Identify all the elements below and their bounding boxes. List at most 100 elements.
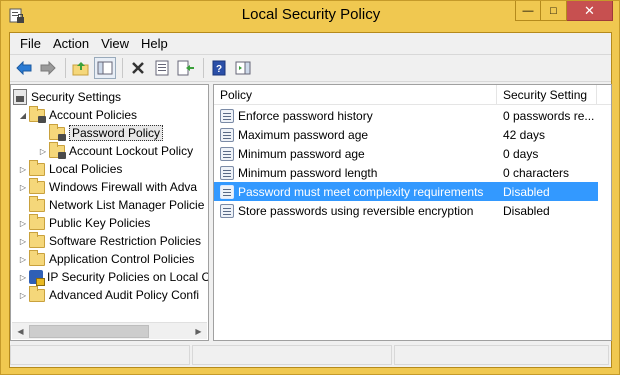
- folder-icon: [29, 177, 45, 194]
- minimize-button[interactable]: —: [515, 1, 541, 21]
- show-hide-tree-icon[interactable]: [94, 57, 116, 79]
- policy-setting: 0 days: [503, 146, 539, 161]
- status-segment: [10, 345, 190, 365]
- scroll-left-arrow-icon[interactable]: ◀: [12, 323, 29, 340]
- tree-item-account-policies[interactable]: ◢ Account Policies: [17, 105, 138, 124]
- list-header: Policy Security Setting: [214, 85, 611, 105]
- menu-view[interactable]: View: [95, 36, 135, 51]
- column-header-security-setting[interactable]: Security Setting: [497, 85, 597, 105]
- client-area: File Action View Help ? Security Setting…: [9, 32, 612, 368]
- policy-setting: Disabled: [503, 184, 550, 199]
- console-tree-pane[interactable]: Security Settings ◢ Account Policies Pas…: [10, 84, 209, 341]
- up-folder-icon[interactable]: [70, 57, 92, 79]
- expand-arrow-icon[interactable]: ▷: [17, 163, 29, 175]
- scrollbar-track[interactable]: [29, 324, 190, 339]
- expand-arrow-icon[interactable]: ▷: [17, 217, 29, 229]
- folder-lock-icon: [29, 105, 46, 123]
- folder-icon: [29, 159, 45, 176]
- close-button[interactable]: ✕: [567, 1, 613, 21]
- tree-item-windows-firewall[interactable]: ▷ Windows Firewall with Adva: [17, 177, 198, 196]
- status-bar: [10, 345, 611, 367]
- tree-item-public-key-policies[interactable]: ▷ Public Key Policies: [17, 213, 151, 232]
- tree-item-advanced-audit-policy[interactable]: ▷ Advanced Audit Policy Confi: [17, 285, 200, 304]
- title-bar[interactable]: Local Security Policy — □ ✕: [1, 1, 620, 33]
- policy-name: Minimum password length: [238, 165, 378, 180]
- status-segment: [192, 345, 392, 365]
- scrollbar-thumb[interactable]: [29, 324, 149, 338]
- tree-item-software-restriction-policies[interactable]: ▷ Software Restriction Policies: [17, 231, 202, 250]
- policy-name: Store passwords using reversible encrypt…: [238, 203, 474, 218]
- security-settings-icon: [13, 89, 27, 105]
- help-icon[interactable]: ?: [208, 57, 230, 79]
- list-row[interactable]: Enforce password history 0 passwords re.…: [214, 106, 611, 125]
- tree-item-label: Public Key Policies: [49, 216, 151, 230]
- expand-arrow-icon[interactable]: ▷: [37, 145, 49, 157]
- menu-bar: File Action View Help: [10, 33, 611, 53]
- forward-arrow-icon[interactable]: [37, 57, 59, 79]
- tree-item-password-policy[interactable]: Password Policy: [37, 123, 164, 142]
- list-row[interactable]: Store passwords using reversible encrypt…: [214, 201, 611, 220]
- expand-arrow-icon[interactable]: ▷: [17, 235, 29, 247]
- folder-icon: [29, 249, 45, 266]
- policy-icon: [220, 146, 234, 161]
- expand-arrow-icon[interactable]: ▷: [17, 289, 29, 301]
- policy-icon: [220, 108, 234, 123]
- list-row[interactable]: Minimum password length 0 characters: [214, 163, 611, 182]
- policy-setting: 0 passwords re...: [503, 108, 595, 123]
- tree-item-ip-security-policies[interactable]: ▷ IP Security Policies on Local C: [17, 268, 208, 286]
- tree-item-label: Account Policies: [49, 108, 138, 122]
- tree-item-label: Software Restriction Policies: [49, 234, 202, 248]
- list-row[interactable]: Maximum password age 42 days: [214, 125, 611, 144]
- back-arrow-icon[interactable]: [13, 57, 35, 79]
- status-segment: [394, 345, 609, 365]
- tree-item-label: Windows Firewall with Adva: [49, 180, 198, 194]
- tree-root-label: Security Settings: [31, 90, 122, 104]
- show-action-pane-icon[interactable]: [232, 57, 254, 79]
- tree-item-label: Password Policy: [69, 125, 164, 141]
- caption-buttons: — □ ✕: [515, 1, 613, 22]
- maximize-button[interactable]: □: [541, 1, 567, 21]
- policy-icon: [220, 184, 234, 199]
- policy-name: Minimum password age: [238, 146, 365, 161]
- tree-item-label: Local Policies: [49, 162, 123, 176]
- folder-icon: [29, 213, 45, 230]
- folder-icon: [29, 231, 45, 248]
- policy-name: Enforce password history: [238, 108, 373, 123]
- column-header-policy[interactable]: Policy: [214, 85, 497, 105]
- svg-text:?: ?: [216, 64, 222, 75]
- list-row-selected[interactable]: Password must meet complexity requiremen…: [214, 182, 598, 201]
- expand-arrow-icon[interactable]: ▷: [17, 253, 29, 265]
- toolbar: ?: [10, 54, 611, 82]
- tree-item-label: Application Control Policies: [49, 252, 195, 266]
- folder-icon: [29, 195, 45, 212]
- toolbar-separator: [122, 58, 123, 78]
- menu-action[interactable]: Action: [47, 36, 95, 51]
- ip-security-icon: [29, 270, 45, 286]
- delete-icon[interactable]: [127, 57, 149, 79]
- menu-help[interactable]: Help: [135, 36, 174, 51]
- export-list-icon[interactable]: [175, 57, 197, 79]
- folder-lock-icon: [49, 123, 66, 141]
- tree-root-security-settings[interactable]: Security Settings: [13, 88, 121, 106]
- tree-item-label: Account Lockout Policy: [69, 144, 194, 158]
- policy-setting: 0 characters: [503, 165, 570, 180]
- tree-item-application-control-policies[interactable]: ▷ Application Control Policies: [17, 249, 195, 268]
- menu-file[interactable]: File: [14, 36, 47, 51]
- scroll-right-arrow-icon[interactable]: ▶: [190, 323, 207, 340]
- details-pane[interactable]: Policy Security Setting Enforce password…: [213, 84, 612, 341]
- policy-icon: [220, 165, 234, 180]
- properties-icon[interactable]: [151, 57, 173, 79]
- toolbar-separator: [65, 58, 66, 78]
- tree-horizontal-scrollbar[interactable]: ◀ ▶: [12, 322, 207, 339]
- tree-item-account-lockout-policy[interactable]: ▷ Account Lockout Policy: [37, 141, 194, 160]
- tree-item-network-list-manager[interactable]: Network List Manager Policie: [17, 195, 204, 214]
- expand-arrow-icon[interactable]: ▷: [17, 271, 29, 283]
- policy-icon: [220, 203, 234, 218]
- collapse-arrow-icon[interactable]: ◢: [17, 109, 29, 121]
- local-security-policy-window: Local Security Policy — □ ✕ File Action …: [0, 0, 620, 375]
- expand-arrow-icon[interactable]: ▷: [17, 181, 29, 193]
- policy-icon: [220, 127, 234, 142]
- tree-item-local-policies[interactable]: ▷ Local Policies: [17, 159, 123, 178]
- tree-item-label: Advanced Audit Policy Confi: [49, 288, 200, 302]
- list-row[interactable]: Minimum password age 0 days: [214, 144, 611, 163]
